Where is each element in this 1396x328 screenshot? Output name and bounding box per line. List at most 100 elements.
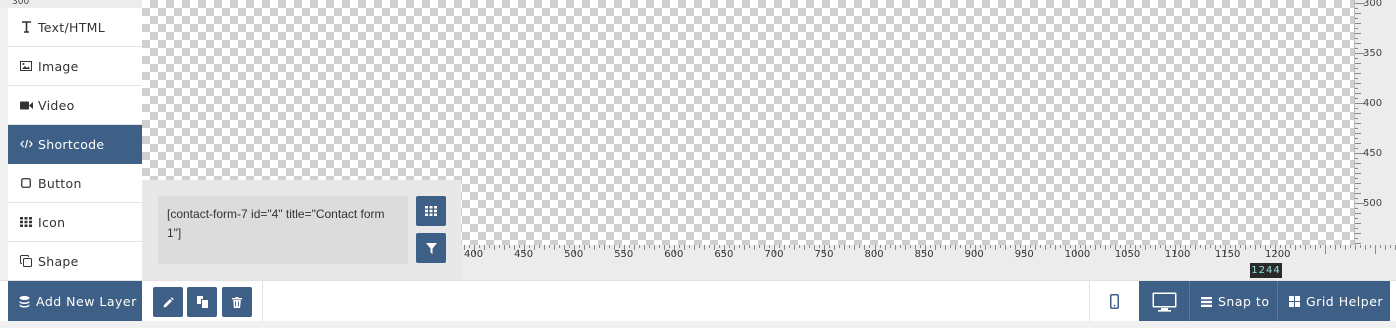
ruler-label: 650 xyxy=(714,249,734,260)
ruler-tick xyxy=(1355,193,1361,194)
ruler-tick xyxy=(1039,245,1041,248)
ruler-tick xyxy=(1365,245,1367,250)
desktop-view-button[interactable] xyxy=(1139,281,1189,322)
ruler-tick xyxy=(744,245,746,250)
ruler-tick xyxy=(644,245,646,250)
ruler-tick xyxy=(1355,163,1361,164)
sidebar-item-button[interactable]: Button xyxy=(8,164,142,203)
trash-icon xyxy=(232,296,242,308)
ruler-tick xyxy=(1355,113,1361,114)
sidebar-item-image[interactable]: Image xyxy=(8,47,142,86)
ruler-tick xyxy=(1315,245,1317,250)
ruler-tick xyxy=(869,245,871,248)
sidebar-item-shape[interactable]: Shape xyxy=(8,242,142,281)
grid-helper-button[interactable]: Grid Helper xyxy=(1277,281,1390,322)
ruler-tick xyxy=(659,245,661,248)
ruler-tick xyxy=(1254,245,1256,250)
ruler-tick xyxy=(1259,245,1261,248)
ruler-tick xyxy=(559,245,561,248)
ruler-tick xyxy=(669,245,671,248)
ruler-tick xyxy=(569,245,571,248)
ruler-tick xyxy=(1355,58,1358,59)
ruler-tick xyxy=(859,245,861,248)
ruler-tick xyxy=(1355,93,1361,94)
ruler-tick xyxy=(494,245,496,250)
ruler-tick xyxy=(1059,245,1061,248)
ruler-tick xyxy=(1355,28,1358,29)
ruler-tick xyxy=(1229,245,1231,248)
ruler-tick xyxy=(1149,245,1151,248)
ruler-tick xyxy=(1335,245,1337,250)
ruler-tick xyxy=(984,245,986,250)
ruler-tick xyxy=(684,245,686,250)
ruler-tick xyxy=(1355,108,1358,109)
ruler-tick xyxy=(1109,245,1111,248)
duplicate-layer-button[interactable] xyxy=(187,287,217,317)
filter-icon xyxy=(425,242,437,254)
ruler-tick xyxy=(804,245,806,250)
pencil-icon xyxy=(163,296,174,308)
ruler-label: 1200 xyxy=(1265,249,1291,260)
desktop-icon xyxy=(1152,292,1177,312)
ruler-tick xyxy=(1345,245,1347,250)
ruler-tick xyxy=(894,245,896,250)
ruler-label: 400 xyxy=(464,249,484,260)
ruler-tick xyxy=(1355,173,1361,174)
ruler-tick xyxy=(1169,245,1171,248)
ruler-tick xyxy=(1355,18,1358,19)
ruler-tick xyxy=(1119,245,1121,248)
snap-to-button[interactable]: Snap to xyxy=(1189,281,1277,322)
ruler-label: 700 xyxy=(764,249,784,260)
sidebar-item-icon[interactable]: Icon xyxy=(8,203,142,242)
sidebar-item-text-html[interactable]: Text/HTML xyxy=(8,8,142,47)
ruler-tick xyxy=(694,245,696,250)
shortcode-grid-button[interactable] xyxy=(416,196,446,226)
delete-layer-button[interactable] xyxy=(222,287,252,317)
ruler-tick xyxy=(1355,223,1361,224)
mobile-view-button[interactable] xyxy=(1089,281,1139,322)
code-icon xyxy=(19,139,33,149)
ruler-tick xyxy=(499,245,501,248)
ruler-tick xyxy=(1355,33,1361,34)
edit-layer-button[interactable] xyxy=(153,287,183,317)
shortcode-input[interactable]: [contact-form-7 id="4" title="Contact fo… xyxy=(158,196,408,264)
ruler-tick xyxy=(904,245,906,250)
ruler-tick xyxy=(1269,245,1271,248)
ruler-tick xyxy=(509,245,511,248)
ruler-tick xyxy=(1355,218,1358,219)
ruler-tick xyxy=(1325,245,1327,254)
ruler-tick xyxy=(1355,68,1358,69)
ruler-tick xyxy=(1355,48,1358,49)
list-icon xyxy=(1201,296,1212,307)
ruler-tick xyxy=(1219,245,1221,248)
ruler-label: 500 xyxy=(564,249,584,260)
ruler-tick xyxy=(1300,245,1302,248)
ruler-tick xyxy=(1305,245,1307,250)
ruler-tick xyxy=(1079,245,1081,248)
ruler-tick xyxy=(1390,245,1392,248)
ruler-tick xyxy=(1290,245,1292,248)
ruler-tick xyxy=(934,245,936,250)
ruler-tick xyxy=(834,245,836,250)
ruler-tick xyxy=(1355,8,1358,9)
ruler-tick xyxy=(1009,245,1011,248)
ruler-tick xyxy=(849,245,851,248)
shortcode-filter-button[interactable] xyxy=(416,233,446,263)
ruler-label: 400 xyxy=(1363,98,1383,109)
ruler-tick xyxy=(504,245,506,250)
ruler-tick xyxy=(1239,245,1241,248)
ruler-label: 1050 xyxy=(1114,249,1141,260)
sidebar-item-shortcode[interactable]: Shortcode xyxy=(8,125,142,164)
ruler-tick xyxy=(1355,198,1358,199)
ruler-label: 750 xyxy=(814,249,834,260)
ruler-label: 800 xyxy=(864,249,884,260)
ruler-tick xyxy=(1054,245,1056,250)
ruler-tick xyxy=(969,245,971,248)
sidebar-item-video[interactable]: Video xyxy=(8,86,142,125)
layer-editor: 300 300350400450500550 40045050055060065… xyxy=(0,0,1396,328)
shortcode-editor-panel: [contact-form-7 id="4" title="Contact fo… xyxy=(142,180,461,280)
ruler-tick xyxy=(1355,78,1358,79)
add-new-layer-button[interactable]: Add New Layer xyxy=(8,281,142,322)
ruler-tick xyxy=(1355,123,1361,124)
ruler-tick xyxy=(1355,243,1361,244)
